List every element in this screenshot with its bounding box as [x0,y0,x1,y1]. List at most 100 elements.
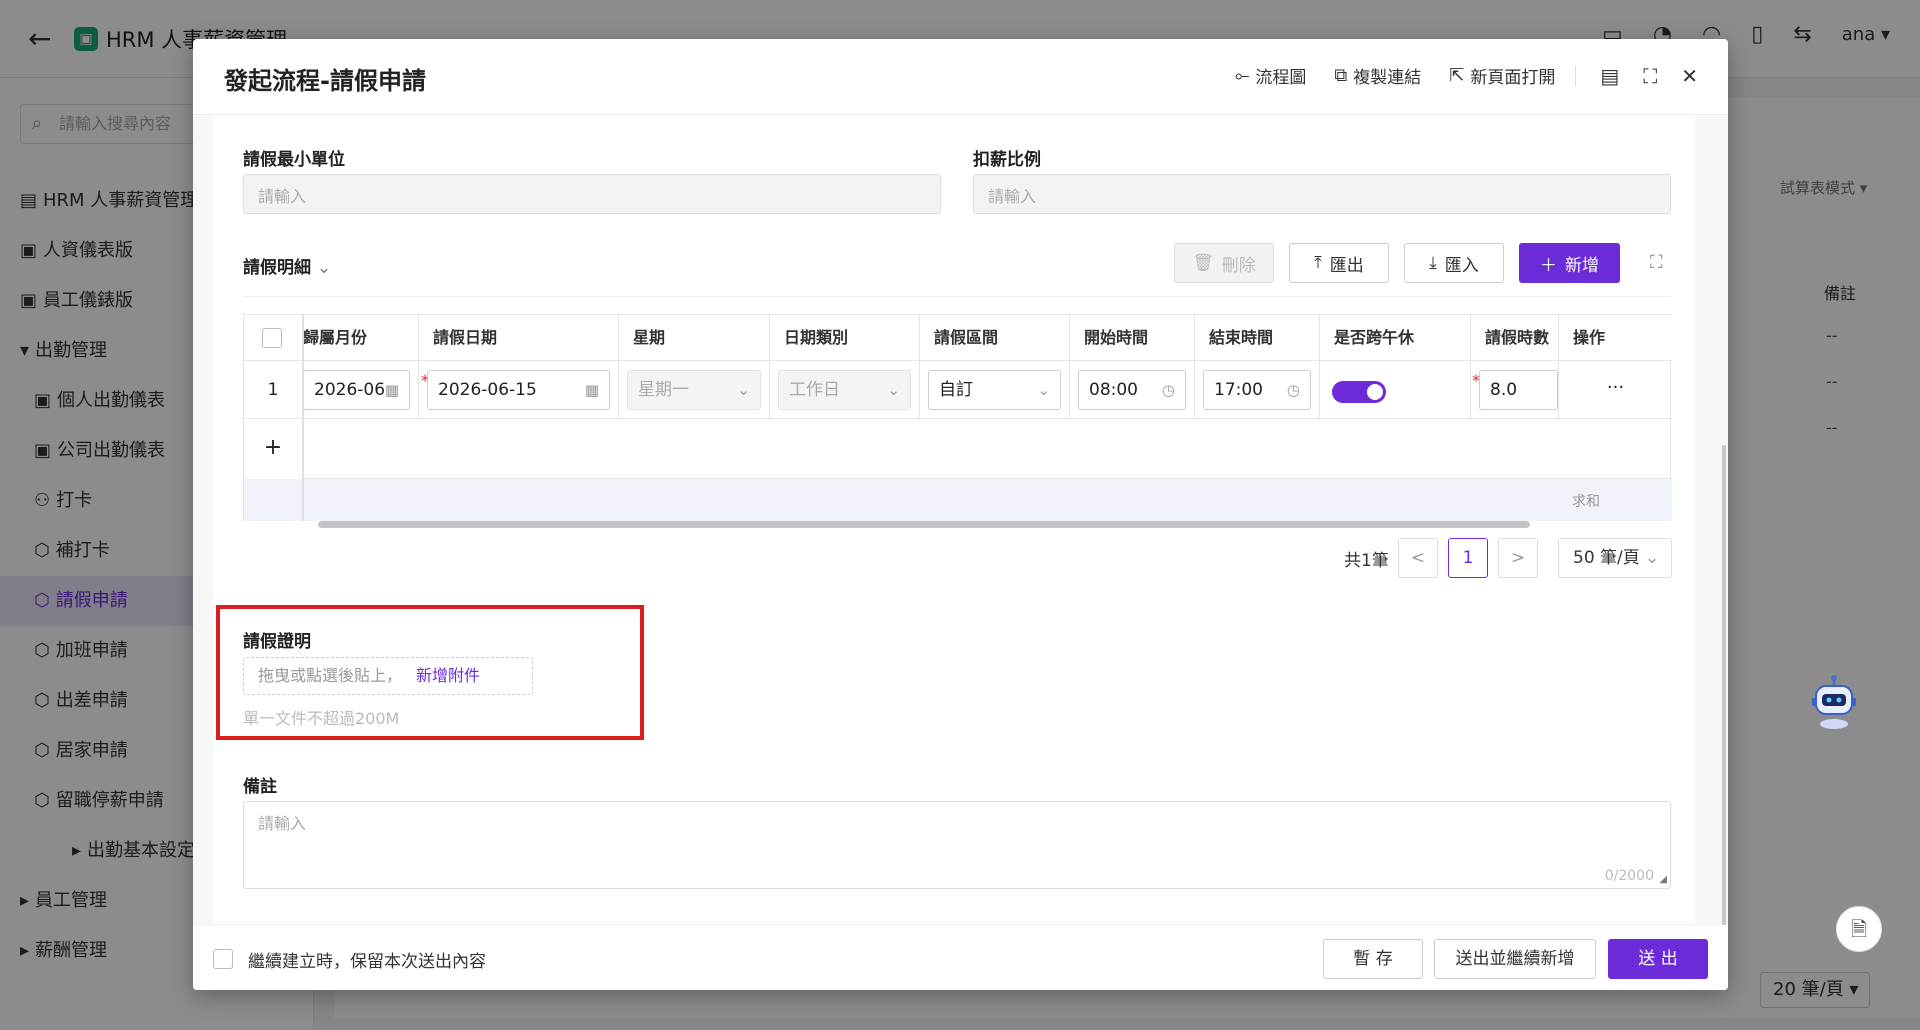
vertical-scrollbar[interactable] [1722,445,1726,925]
expand-icon[interactable]: ⛶ [1650,252,1663,273]
upload-text: 拖曳或點選後貼上， [258,666,403,685]
chevron-down-icon: ⌄ [887,381,900,399]
side-panel-icon[interactable]: ▤ [1600,64,1619,88]
row-index: 1 [244,361,303,419]
char-counter: 0/2000 [1604,868,1654,884]
upload-icon: ⤒ [1314,253,1322,273]
plus-icon: ＋ [1540,255,1557,276]
select-all-header [244,315,303,361]
chevron-down-icon: ⌄ [1645,548,1660,568]
attachment-upload[interactable]: 拖曳或點選後貼上， 新增附件 [243,657,533,695]
add-button[interactable]: ＋ 新增 [1519,243,1620,283]
flowchart-icon: ⟜ [1234,65,1250,86]
next-page-button[interactable]: > [1498,538,1538,578]
table-cell: * 8.0 [1471,361,1559,419]
close-icon[interactable]: ✕ [1681,64,1698,88]
import-label: 匯入 [1444,255,1479,276]
column-header: 歸屬月份 [303,315,419,361]
end-time-picker[interactable]: 17:00 ◷ [1203,370,1311,410]
modal-title: 發起流程-請假申請 [224,67,426,95]
robot-assistant-icon[interactable] [1808,672,1860,732]
add-row-button[interactable]: + [244,419,303,479]
page-button[interactable]: 1 [1448,538,1488,578]
calendar-icon: ▦ [384,381,399,399]
hours-input[interactable]: 8.0 [1479,370,1558,410]
sum-label: 求和 [1572,494,1600,510]
min-unit-label: 請假最小單位 [243,150,345,170]
table-cell [1320,361,1471,419]
table-cell: 2026-06 ▦ [303,361,419,419]
column-header: 日期類別 [770,315,920,361]
submit-button[interactable]: 送 出 [1608,939,1708,979]
deduct-ratio-input[interactable]: 請輸入 [973,174,1671,214]
modal-header: 發起流程-請假申請 ⟜ 流程圖 ⧉ 複製連結 ⇱ 新頁面打開 ▤ ⛶ ✕ [193,39,1728,115]
export-button[interactable]: ⤒ 匯出 [1289,243,1389,283]
column-header: 開始時間 [1070,315,1195,361]
open-new-page-label: 新頁面打開 [1470,68,1556,88]
table-cell: 自訂 ⌄ [920,361,1070,419]
empty-row [303,419,1672,479]
pager-total: 共1筆 [1344,551,1389,571]
delete-label: 刪除 [1221,255,1256,276]
column-header: 結束時間 [1195,315,1320,361]
upload-hint: 單一文件不超過200M [243,709,400,728]
remarks-label: 備註 [243,777,277,797]
column-header: 請假時數 [1471,315,1559,361]
modal-footer: 繼續建立時，保留本次送出內容 暫 存 送出並繼續新增 送 出 [193,924,1728,990]
chevron-down-icon: ⌄ [737,381,750,399]
remarks-textarea[interactable]: 請輸入 0/2000 ◢ [243,801,1671,889]
download-icon: ⤓ [1429,253,1437,273]
divider [243,296,1671,297]
table-cell: 08:00 ◷ [1070,361,1195,419]
resize-handle-icon[interactable]: ◢ [1659,874,1667,885]
copy-link-label: 複製連結 [1353,68,1422,88]
copy-link-button[interactable]: ⧉ 複製連結 [1334,63,1421,88]
copy-icon: ⧉ [1334,65,1348,86]
clock-icon: ◷ [1161,381,1175,399]
chevron-down-icon: ⌄ [1037,381,1050,399]
submit-and-continue-button[interactable]: 送出並繼續新增 [1434,939,1596,979]
frozen-divider [302,315,304,521]
date-type-select: 工作日 ⌄ [778,370,911,410]
delete-button[interactable]: 🗑 刪除 [1174,243,1274,283]
horizontal-scrollbar[interactable] [318,521,1530,528]
leave-detail-grid: 歸屬月份 請假日期 星期 日期類別 請假區間 開始時間 結束時間 是否跨午休 請… [243,314,1672,521]
table-cell: 17:00 ◷ [1195,361,1320,419]
trash-icon: 🗑 [1192,253,1214,273]
prev-page-button[interactable]: < [1398,538,1438,578]
open-new-page-button[interactable]: ⇱ 新頁面打開 [1449,63,1555,88]
range-select[interactable]: 自訂 ⌄ [928,370,1061,410]
flowchart-button[interactable]: ⟜ 流程圖 [1235,63,1306,88]
weekday-select: 星期一 ⌄ [627,370,761,410]
leave-detail-label[interactable]: 請假明細 ⌄ [243,253,331,278]
column-header: 請假日期 [419,315,619,361]
row-actions-button[interactable]: ··· [1559,361,1672,419]
keep-content-checkbox[interactable] [213,949,233,969]
month-picker[interactable]: 2026-06 ▦ [303,370,410,410]
table-cell: 星期一 ⌄ [619,361,770,419]
column-header: 操作 [1559,315,1672,361]
chevron-down-icon: ⌄ [316,258,332,278]
export-label: 匯出 [1329,255,1364,276]
add-attachment-link[interactable]: 新增附件 [416,666,480,685]
column-header: 星期 [619,315,770,361]
page-size-select[interactable]: 50 筆/頁 ⌄ [1558,538,1672,578]
start-time-picker[interactable]: 08:00 ◷ [1078,370,1186,410]
deduct-ratio-label: 扣薪比例 [973,150,1041,170]
import-button[interactable]: ⤓ 匯入 [1404,243,1504,283]
clock-icon: ◷ [1286,381,1300,399]
cross-lunch-toggle[interactable] [1332,381,1386,403]
table-cell: * 2026-06-15 ▦ [419,361,619,419]
save-draft-button[interactable]: 暫 存 [1323,939,1423,979]
remarks-placeholder: 請輸入 [258,814,307,833]
summary-row: 求和 [244,479,1672,521]
document-help-icon[interactable]: 🗎 [1836,906,1882,952]
date-picker[interactable]: 2026-06-15 ▦ [427,370,610,410]
keep-content-label: 繼續建立時，保留本次送出內容 [248,952,486,972]
min-unit-input[interactable]: 請輸入 [243,174,941,214]
calendar-icon: ▦ [584,381,599,399]
select-all-checkbox[interactable] [262,328,282,348]
divider [1575,65,1577,86]
column-header: 是否跨午休 [1320,315,1471,361]
fullscreen-icon[interactable]: ⛶ [1643,64,1657,88]
